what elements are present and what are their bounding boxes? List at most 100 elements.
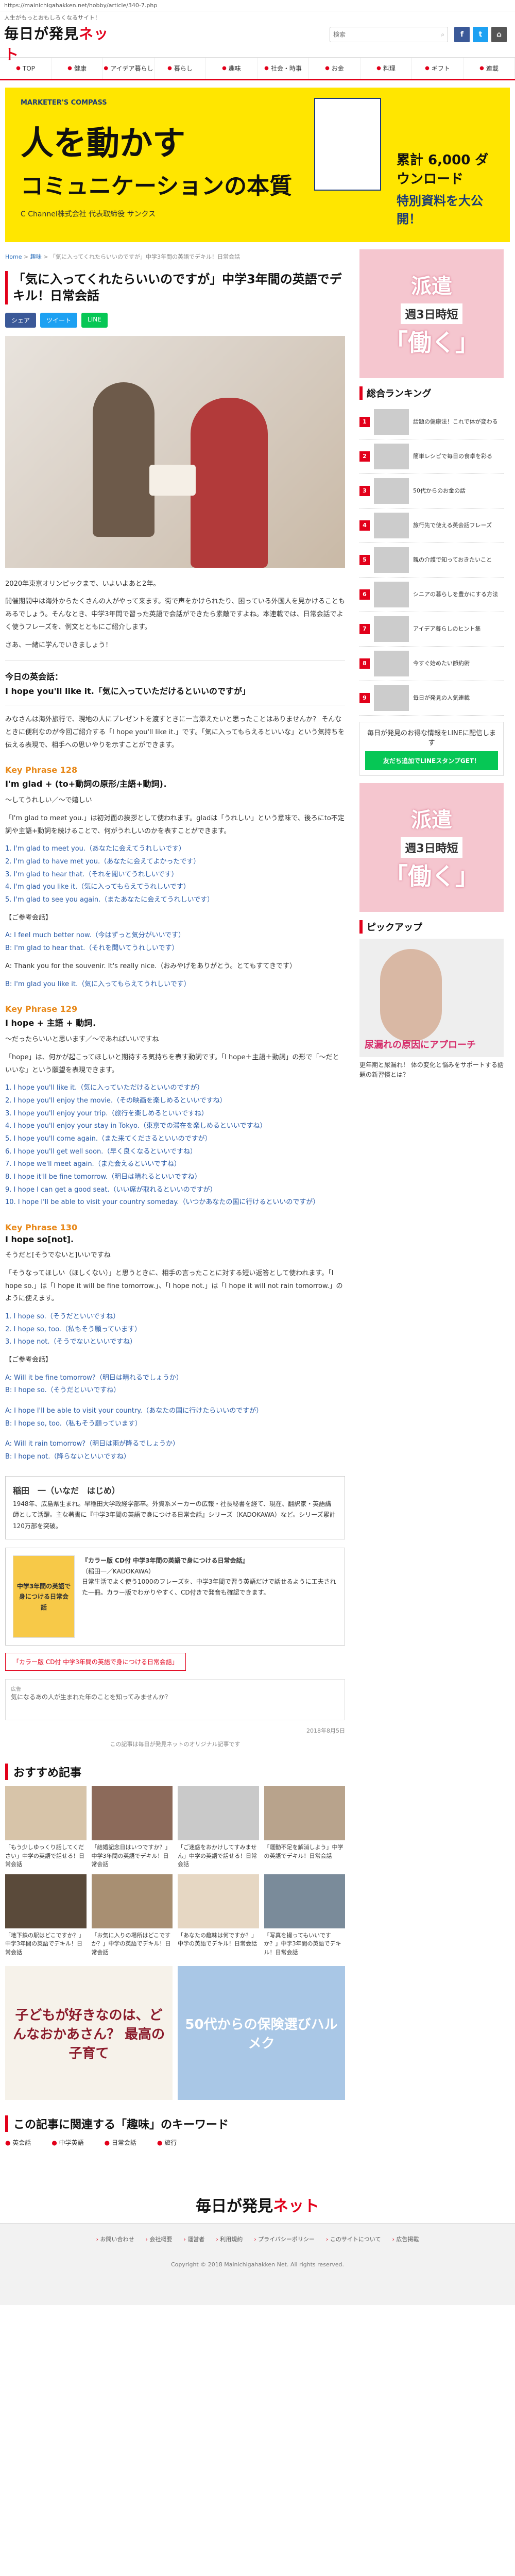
example-line: 2. I hope you'll enjoy the movie.（その映画を楽… <box>5 1096 227 1105</box>
ranking-text: 親の介護で知っておきたいこと <box>413 556 492 564</box>
search-input[interactable] <box>333 31 441 38</box>
share-button[interactable]: ツイート <box>40 312 78 328</box>
recommend-text: 「もう少しゆっくり話してください」中学の英語で話せる！日常会話 <box>5 1844 84 1868</box>
footer-nav-link[interactable]: 広告掲載 <box>392 2235 419 2243</box>
recommend-card[interactable]: 「あなたの趣味は何ですか？」中学の英語でデキル！日常会話 <box>178 1874 259 1957</box>
nav-item-label: アイデア暮らし <box>110 65 153 72</box>
nav-item-label: 暮らし <box>174 65 193 72</box>
recommend-card[interactable]: 「結婚記念日はいつですか？」中学3年間の英語でデキル！日常会話 <box>91 1786 173 1869</box>
footer-nav-link[interactable]: お問い合わせ <box>96 2235 134 2243</box>
line-add-button[interactable]: 友だち追加でLINEスタンプGET！ <box>365 751 498 770</box>
nav-item[interactable]: ● 料理 <box>360 58 412 79</box>
side-ad-line2: 週3日時短 <box>401 303 462 324</box>
kp3-dialog3: A: Will it rain tomorrow?（明日は雨が降るでしょうか） B… <box>5 1438 345 1463</box>
side-ad-line1: 派遣 <box>411 808 452 832</box>
facebook-icon[interactable]: f <box>454 27 470 42</box>
example-line: 1. I'm glad to meet you.（あなたに会えてうれしいです） <box>5 845 186 853</box>
ranking-item[interactable]: 5 親の介護で知っておきたいこと <box>359 543 504 578</box>
pickup-text[interactable]: 更年期と尿漏れ！ 体の変化と悩みをサポートする話題の新習慣とは？ <box>359 1060 504 1080</box>
ranking-item[interactable]: 2 簡単レシピで毎日の食卓を彩る <box>359 439 504 474</box>
pickup-caption: 尿漏れの原因にアプローチ <box>365 1040 476 1050</box>
ranking-item[interactable]: 1 話題の健康法！これで体が変わる <box>359 405 504 439</box>
recommend-card[interactable]: 「地下鉄の駅はどこですか？」中学3年間の英語でデキル！日常会話 <box>5 1874 87 1957</box>
nav-item[interactable]: ● お金 <box>309 58 360 79</box>
site-logo[interactable]: 毎日が発見ネット <box>4 23 112 63</box>
share-button[interactable]: シェア <box>5 312 37 328</box>
author-profile: 稲田 一（いなだ はじめ） 1948年、広島県生まれ。早稲田大学政経学部卒。外資… <box>5 1476 345 1540</box>
book-cover-image[interactable]: 中学3年間の英語で身につける日常会話 <box>13 1555 75 1638</box>
recommend-card[interactable]: 「写真を撮ってもいいですか？」中学3年間の英語でデキル！日常会話 <box>264 1874 345 1957</box>
recommend-thumb <box>5 1874 87 1928</box>
key-phrase-2-examples: 1. I hope you'll like it.（気に入っていただけるといいの… <box>5 1082 345 1209</box>
pr-banner[interactable]: 子どもが好きなのは、どんなおかあさん？ 最高の子育て <box>5 1966 173 2100</box>
footer-nav-link[interactable]: プライバシーポリシー <box>254 2235 315 2243</box>
footer-nav-link[interactable]: 利用規約 <box>216 2235 243 2243</box>
nav-item[interactable]: ● ギフト <box>412 58 464 79</box>
example-line: 2. I hope so, too.（私もそう願っています） <box>5 1325 142 1333</box>
share-button[interactable]: LINE <box>81 312 108 328</box>
pickup-image[interactable]: 尿漏れの原因にアプローチ <box>359 939 504 1057</box>
ranking-thumb <box>374 685 409 711</box>
footer-nav-link[interactable]: このサイトについて <box>326 2235 381 2243</box>
ranking-item[interactable]: 7 アイデア暮らしのヒント集 <box>359 612 504 647</box>
ranking-item[interactable]: 9 毎日が発見の人気連載 <box>359 681 504 716</box>
twitter-icon[interactable]: t <box>473 27 488 42</box>
keyword-link[interactable]: 中学英語 <box>52 2138 84 2147</box>
nav-item[interactable]: ● 連載 <box>464 58 515 79</box>
example-line: 3. I'm glad to hear that.（それを聞いてうれしいです） <box>5 870 178 878</box>
browser-url-bar[interactable]: https://mainichigahakken.net/hobby/artic… <box>0 0 515 11</box>
ranking-text: アイデア暮らしのヒント集 <box>413 625 481 633</box>
rss-icon[interactable]: ⌂ <box>491 27 507 42</box>
main-nav: ● TOP ● 健康 ● アイデア暮らし ● 暮らし ● 趣味 ● 社会・時事 ● お金 ● 料理 ● ギフト ● 連… <box>0 58 515 80</box>
nav-item[interactable]: ● 暮らし <box>154 58 206 79</box>
ranking-item[interactable]: 8 今すぐ始めたい節約術 <box>359 647 504 681</box>
pr-banner[interactable]: 50代からの保険選びハルメク <box>178 1966 345 2100</box>
recommend-thumb <box>178 1874 259 1928</box>
key-phrase-2-title: I hope + 主語 + 動詞． <box>5 1018 101 1028</box>
book-link[interactable]: 「カラー版 CD付 中学3年間の英語で身につける日常会話」 <box>5 1653 186 1671</box>
breadcrumb-current: 「気に入ってくれたらいいのですが」中学3年間の英語でデキル！日常会話 <box>49 253 241 260</box>
top-banner-ad[interactable]: MARKETER'S COMPASS 人を動かす コミュニケーションの本質 C … <box>5 88 510 242</box>
ranking-text: 毎日が発見の人気連載 <box>413 694 470 702</box>
keyword-link[interactable]: 日常会話 <box>105 2138 136 2147</box>
ranking-item[interactable]: 6 シニアの暮らしを豊かにする方法 <box>359 578 504 612</box>
nav-item[interactable]: ● 社会・時事 <box>258 58 309 79</box>
sidebar-ad-middle[interactable]: 派遣 週3日時短 「働く」 <box>359 783 504 912</box>
ranking-thumb <box>374 513 409 538</box>
ranking-text: 話題の健康法！これで体が変わる <box>413 418 498 426</box>
nav-item[interactable]: ● 趣味 <box>206 58 258 79</box>
today-title: 今日の英会話： <box>5 672 63 682</box>
breadcrumb-section[interactable]: 趣味 <box>30 253 42 260</box>
keyword-link[interactable]: 英会話 <box>5 2138 31 2147</box>
book-author: （稲田一／KADOKAWA） <box>82 1567 155 1575</box>
footer-nav-link[interactable]: 運営者 <box>183 2235 204 2243</box>
key-phrase-3-examples: 1. I hope so.（そうだといいですね） 2. I hope so, to… <box>5 1311 345 1349</box>
recommend-thumb <box>91 1786 173 1841</box>
article-footnote: この記事は毎日が発見ネットのオリジナル記事です <box>110 1741 241 1748</box>
example-line: 2. I'm glad to have met you.（あなたに会えてよかった… <box>5 858 200 866</box>
footer-logo[interactable]: 毎日が発見ネット <box>0 2193 515 2216</box>
inline-ad[interactable]: 広告 気になるあの人が生まれた年のことを知ってみませんか？ <box>5 1679 345 1721</box>
example-line: 4. I'm glad you like it.（気に入ってもらえてうれしいです… <box>5 883 190 891</box>
search-icon[interactable]: ⌕ <box>441 31 444 39</box>
keyword-link[interactable]: 旅行 <box>157 2138 177 2147</box>
search-box[interactable]: ⌕ <box>330 27 448 42</box>
sidebar-ad-top[interactable]: 派遣 週3日時短 「働く」 <box>359 249 504 378</box>
hero-figure-child <box>191 397 268 568</box>
key-phrase-1-examples: 1. I'm glad to meet you.（あなたに会えてうれしいです） 2… <box>5 843 345 906</box>
recommend-card[interactable]: 「運動不足を解消しよう」中学の英語でデキル！日常会話 <box>264 1786 345 1869</box>
footer-nav-link[interactable]: 会社概要 <box>146 2235 172 2243</box>
recommend-card[interactable]: 「もう少しゆっくり話してください」中学の英語で話せる！日常会話 <box>5 1786 87 1869</box>
ranking-item[interactable]: 4 旅行先で使える英会話フレーズ <box>359 509 504 543</box>
key-phrase-1-meaning: 〜してうれしい／〜で嬉しい <box>5 796 92 805</box>
recommend-card[interactable]: 「お気に入りの場所はどこですか？」中学の英語でデキル！日常会話 <box>91 1874 173 1957</box>
nav-item[interactable]: ● 健康 <box>52 58 103 79</box>
key-phrase-2-label: Key Phrase 129 <box>5 1004 78 1014</box>
footer-logo-main: 毎日が発見 <box>196 2197 273 2216</box>
sidebar: 派遣 週3日時短 「働く」 総合ランキング 1 話題の健康法！これで体が変わる 2 簡… <box>359 249 504 2157</box>
footer-nav: お問い合わせ 会社概要 運営者 利用規約 プライバシーポリシー このサイトについて 広告掲載 <box>0 2223 515 2255</box>
nav-item[interactable]: ● アイデア暮らし <box>103 58 154 79</box>
recommend-card[interactable]: 「ご迷惑をおかけしてすみません」中学の英語で話せる！日常会話 <box>178 1786 259 1869</box>
breadcrumb-home[interactable]: Home <box>5 253 22 260</box>
ranking-item[interactable]: 3 50代からのお金の話 <box>359 474 504 509</box>
